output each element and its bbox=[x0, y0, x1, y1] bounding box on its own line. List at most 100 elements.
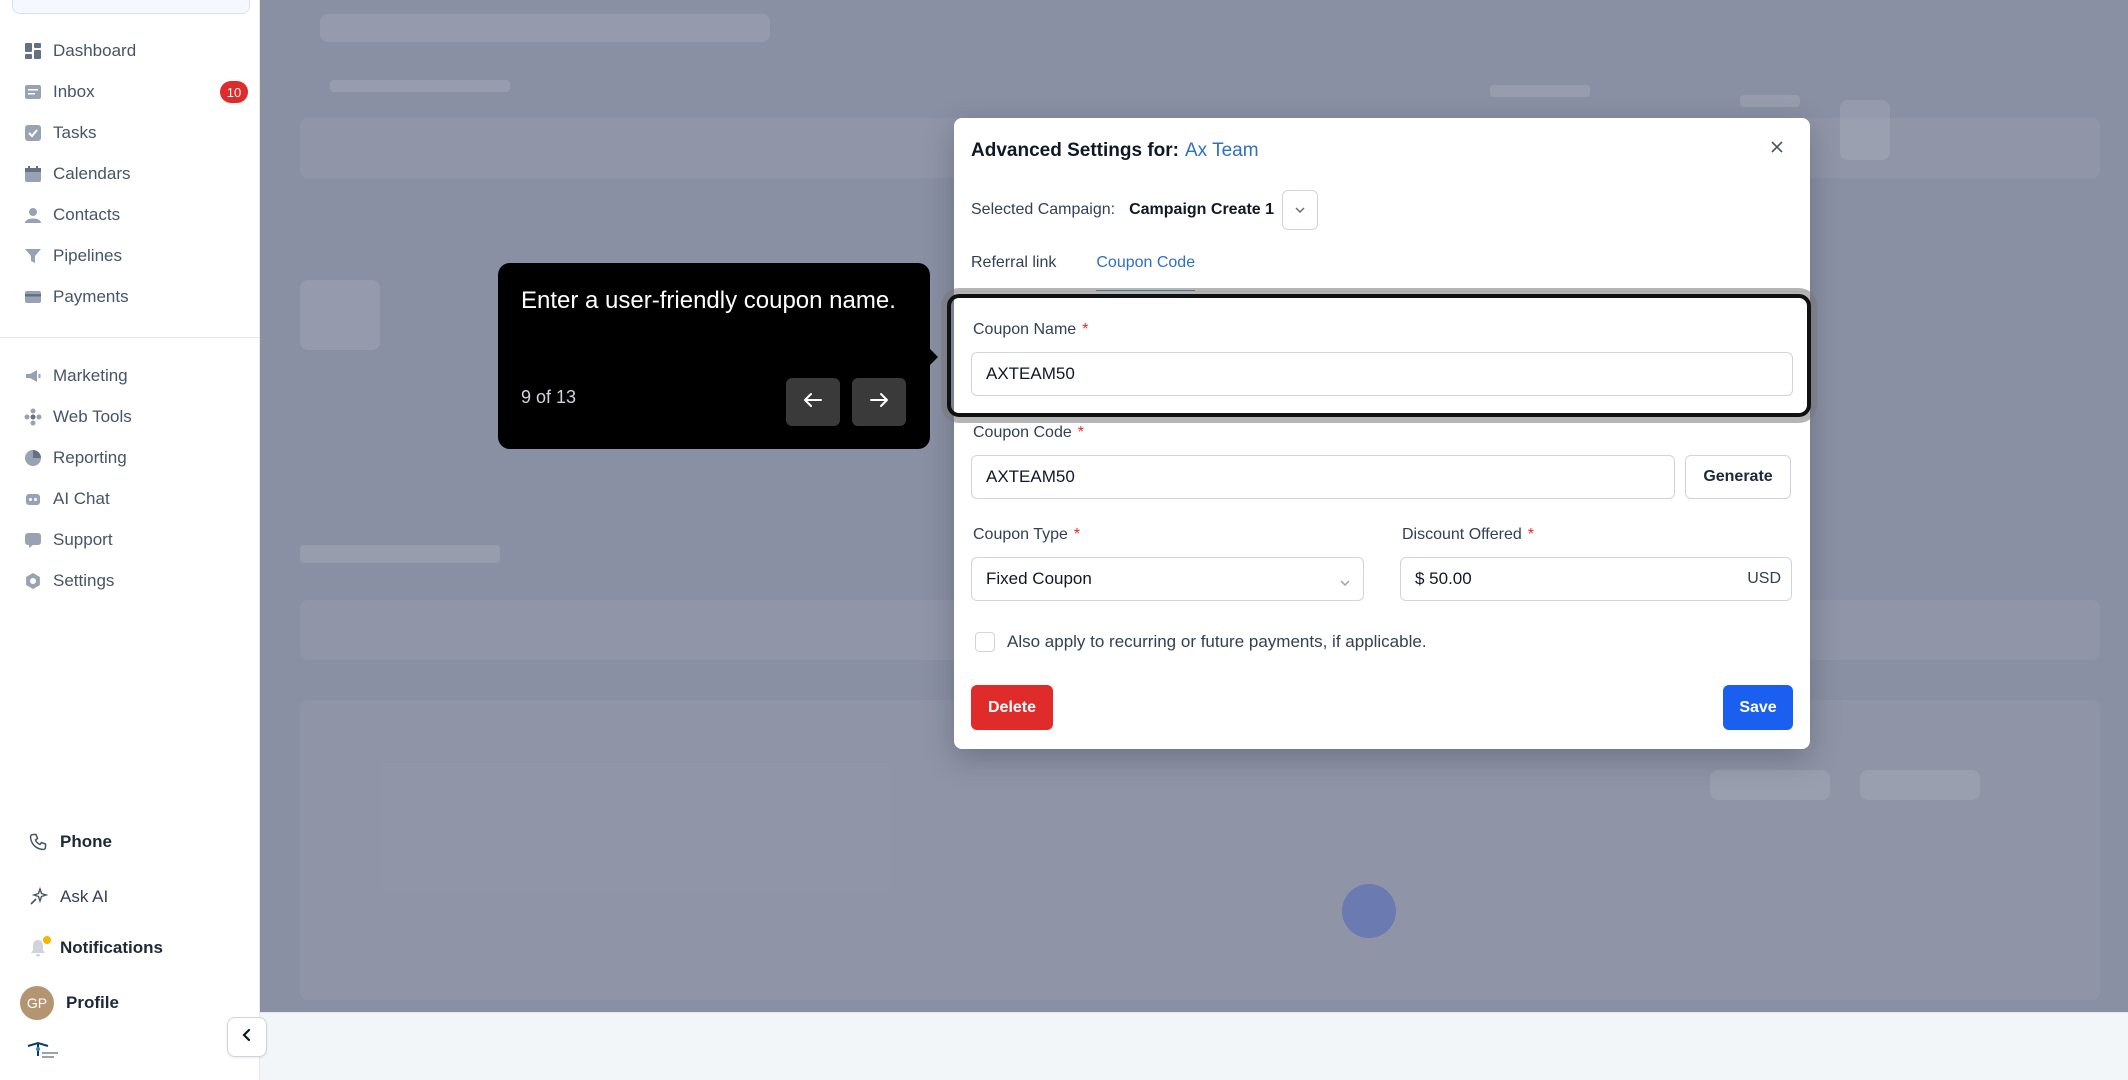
sidebar-top-stub[interactable] bbox=[12, 0, 250, 14]
coupon-name-input[interactable]: AXTEAM50 bbox=[971, 352, 1793, 396]
campaign-dropdown[interactable] bbox=[1282, 190, 1319, 230]
sidebar-item-inbox[interactable]: Inbox 10 bbox=[0, 72, 260, 112]
tour-step-counter: 9 of 13 bbox=[521, 387, 577, 407]
tour-prev-button[interactable] bbox=[786, 378, 840, 426]
coupon-type-value: Fixed Coupon bbox=[986, 569, 1092, 588]
sidebar-item-label: AI Chat bbox=[53, 489, 110, 508]
modal-title: Advanced Settings for: Ax Team bbox=[971, 140, 1259, 162]
arrow-right-icon bbox=[869, 392, 889, 413]
inbox-count-badge: 10 bbox=[220, 81, 248, 103]
profile-label: Profile bbox=[66, 993, 119, 1012]
sidebar-item-pipelines[interactable]: Pipelines bbox=[0, 236, 260, 276]
close-icon bbox=[1771, 136, 1783, 159]
contacts-icon bbox=[24, 206, 42, 224]
reporting-icon bbox=[24, 449, 42, 467]
sidebar-item-calendars[interactable]: Calendars bbox=[0, 154, 260, 194]
pipelines-icon bbox=[24, 247, 42, 265]
sidebar-item-label: Web Tools bbox=[53, 407, 132, 426]
chevron-down-icon bbox=[1294, 201, 1306, 219]
close-button[interactable] bbox=[1766, 136, 1788, 158]
required-mark: * bbox=[1073, 526, 1081, 543]
coupon-type-label: Coupon Type * bbox=[973, 526, 1080, 544]
coupon-name-label: Coupon Name * bbox=[973, 321, 1088, 339]
sidebar-item-marketing[interactable]: Marketing bbox=[0, 356, 260, 396]
campaign-value: Campaign Create 1 bbox=[1129, 201, 1275, 218]
coupon-type-label-text: Coupon Type bbox=[973, 526, 1068, 543]
blurred-avatar bbox=[1342, 884, 1396, 938]
arrow-left-icon bbox=[803, 392, 823, 413]
coupon-name-value: AXTEAM50 bbox=[986, 364, 1075, 383]
marketing-icon bbox=[24, 367, 42, 385]
sidebar-item-label: Dashboard bbox=[53, 41, 137, 60]
sidebar-item-reporting[interactable]: Reporting bbox=[0, 438, 260, 478]
delete-button[interactable]: Delete bbox=[971, 685, 1053, 730]
company-logo bbox=[26, 1040, 62, 1060]
ask-ai-button[interactable]: Ask AI bbox=[0, 877, 260, 917]
sidebar-item-label: Support bbox=[53, 530, 113, 549]
sidebar-item-contacts[interactable]: Contacts bbox=[0, 195, 260, 235]
settings-icon bbox=[24, 572, 42, 590]
inbox-icon bbox=[24, 83, 42, 101]
sidebar-divider bbox=[0, 337, 260, 338]
notifications-button[interactable]: Notifications bbox=[0, 928, 260, 968]
coupon-type-select[interactable]: Fixed Coupon bbox=[971, 557, 1364, 601]
settings-tabs: Referral link Coupon Code bbox=[971, 254, 1235, 292]
sidebar-item-tasks[interactable]: Tasks bbox=[0, 113, 260, 153]
coupon-code-label: Coupon Code * bbox=[973, 424, 1084, 442]
sidebar-item-label: Pipelines bbox=[53, 246, 122, 265]
profile-button[interactable]: GP Profile bbox=[0, 983, 260, 1023]
discount-label-text: Discount Offered bbox=[1402, 526, 1522, 543]
blurred-header bbox=[320, 14, 770, 42]
sidebar-item-label: Reporting bbox=[53, 448, 127, 467]
sidebar-item-label: Payments bbox=[53, 287, 129, 306]
tab-divider bbox=[954, 291, 1810, 292]
sidebar-item-label: Calendars bbox=[53, 164, 131, 183]
collapse-sidebar-button[interactable] bbox=[227, 1017, 267, 1057]
team-name: Ax Team bbox=[1184, 140, 1259, 161]
phone-button[interactable]: Phone bbox=[0, 822, 260, 862]
payments-icon bbox=[24, 288, 42, 306]
sidebar-item-dashboard[interactable]: Dashboard bbox=[0, 31, 260, 71]
blurred-card bbox=[300, 280, 380, 350]
advanced-settings-modal: Advanced Settings for: Ax Team Selected C… bbox=[954, 118, 1810, 749]
required-mark: * bbox=[1527, 526, 1534, 543]
generate-button[interactable]: Generate bbox=[1685, 455, 1791, 499]
discount-value: $ 50.00 bbox=[1415, 569, 1472, 588]
coupon-code-value: AXTEAM50 bbox=[986, 467, 1075, 486]
sidebar-item-web-tools[interactable]: Web Tools bbox=[0, 397, 260, 437]
sparkle-icon bbox=[28, 887, 48, 907]
sidebar-item-label: Contacts bbox=[53, 205, 121, 224]
discount-label: Discount Offered * bbox=[1402, 526, 1534, 544]
tour-next-button[interactable] bbox=[852, 378, 906, 426]
recurring-checkbox[interactable] bbox=[975, 632, 995, 652]
tab-referral-link[interactable]: Referral link bbox=[971, 254, 1056, 292]
coupon-name-label-text: Coupon Name bbox=[973, 321, 1077, 338]
sidebar-item-settings[interactable]: Settings bbox=[0, 561, 260, 601]
ai-chat-icon bbox=[24, 490, 42, 508]
modal-title-text: Advanced Settings for: bbox=[971, 140, 1179, 161]
tab-coupon-code[interactable]: Coupon Code bbox=[1096, 254, 1196, 292]
blurred-icon bbox=[1840, 100, 1890, 160]
sidebar-item-label: Inbox bbox=[53, 82, 95, 101]
sidebar-item-payments[interactable]: Payments bbox=[0, 277, 260, 317]
web-tools-icon bbox=[24, 408, 42, 426]
blurred-chip bbox=[1710, 770, 1830, 800]
currency-suffix: USD bbox=[1747, 570, 1781, 587]
required-mark: * bbox=[1082, 321, 1089, 338]
tour-text: Enter a user-friendly coupon name. bbox=[521, 287, 896, 314]
bell-icon bbox=[28, 936, 51, 958]
campaign-selector-row: Selected Campaign: Campaign Create 1 bbox=[971, 190, 1319, 230]
sidebar: Dashboard Inbox 10 Tasks Calendars Conta… bbox=[0, 0, 260, 1080]
notifications-label: Notifications bbox=[60, 938, 163, 957]
save-button[interactable]: Save bbox=[1723, 685, 1793, 730]
recurring-label: Also apply to recurring or future paymen… bbox=[1007, 632, 1427, 651]
dashboard-icon bbox=[24, 42, 42, 60]
tour-tooltip: Enter a user-friendly coupon name. 9 of … bbox=[498, 263, 938, 449]
coupon-code-input[interactable]: AXTEAM50 bbox=[971, 455, 1675, 499]
sidebar-item-ai-chat[interactable]: AI Chat bbox=[0, 479, 260, 519]
blurred-chip bbox=[1860, 770, 1980, 800]
discount-input[interactable]: $ 50.00 USD bbox=[1400, 557, 1792, 601]
ask-ai-label: Ask AI bbox=[60, 887, 109, 906]
sidebar-item-label: Marketing bbox=[53, 366, 128, 385]
sidebar-item-support[interactable]: Support bbox=[0, 520, 260, 560]
